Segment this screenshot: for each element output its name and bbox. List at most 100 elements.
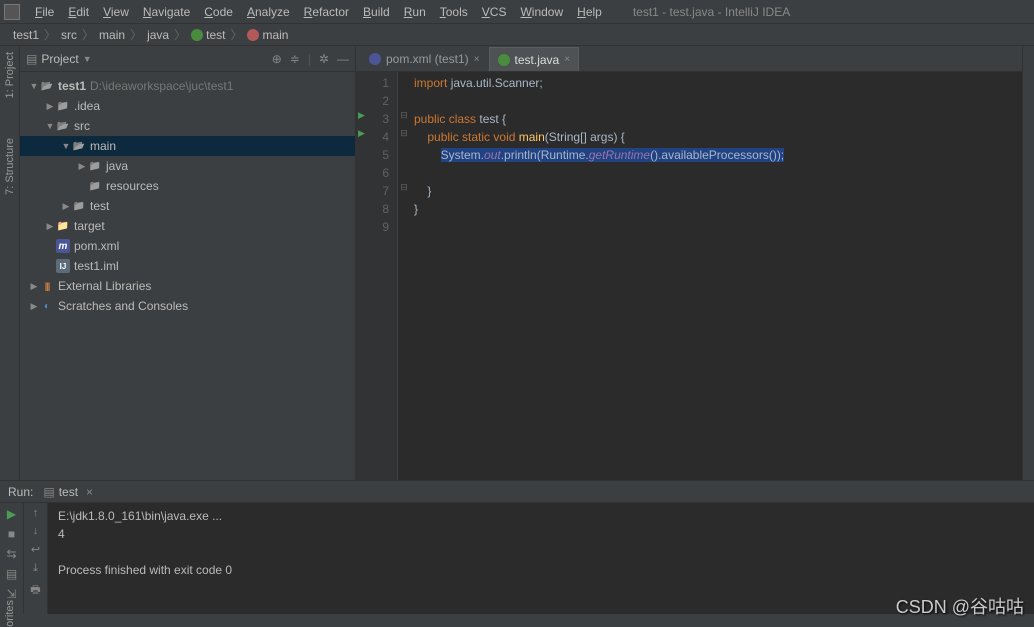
folder-open-icon (72, 139, 86, 153)
folder-orange-icon (56, 219, 70, 233)
tree-node-main[interactable]: ▼main (20, 136, 355, 156)
folder-icon (88, 179, 102, 193)
menu-tools[interactable]: Tools (433, 3, 475, 21)
breadcrumb-main[interactable]: main (94, 28, 130, 42)
code-line[interactable]: public static void main(String[] args) { (414, 128, 1030, 146)
expand-icon[interactable]: ≑ (290, 52, 300, 66)
code-line[interactable] (414, 92, 1030, 110)
window-title: test1 - test.java - IntelliJ IDEA (633, 5, 790, 19)
menu-vcs[interactable]: VCS (475, 3, 514, 21)
tool-tab-structure[interactable]: 7: Structure (4, 138, 16, 195)
expand-arrow[interactable]: ▶ (44, 101, 56, 112)
menu-file[interactable]: File (28, 3, 61, 21)
code-line[interactable] (414, 164, 1030, 182)
menu-analyze[interactable]: Analyze (240, 3, 297, 21)
tree-node-target[interactable]: ▶target (20, 216, 355, 236)
run-console-output[interactable]: E:\jdk1.8.0_161\bin\java.exe ...4Process… (48, 503, 1034, 614)
down-icon[interactable]: ↓ (33, 525, 39, 537)
code-line[interactable]: public class test { (414, 110, 1030, 128)
breadcrumb-src[interactable]: src (56, 28, 82, 42)
code-line[interactable]: } (414, 200, 1030, 218)
project-tree[interactable]: ▼test1D:\ideaworkspace\juc\test1▶.idea▼s… (20, 72, 355, 480)
iml-icon (56, 259, 70, 273)
file-icon (498, 54, 510, 66)
expand-arrow[interactable]: ▶ (28, 281, 40, 292)
fold-column[interactable]: ⊟⊟⊟ (398, 72, 410, 480)
minimize-icon[interactable]: — (337, 52, 349, 66)
breadcrumb-test1[interactable]: test1 (8, 28, 44, 42)
code-line[interactable] (414, 218, 1030, 236)
code-line[interactable]: System.out.println(Runtime.getRuntime().… (414, 146, 1030, 164)
locate-icon[interactable]: ⊕ (272, 52, 282, 66)
run-gutter-icon[interactable]: ▶ (358, 110, 365, 121)
expand-arrow[interactable]: ▶ (60, 201, 72, 212)
close-icon[interactable]: × (564, 54, 570, 65)
class-icon (191, 29, 203, 41)
lib-icon (40, 279, 54, 293)
tree-node-test[interactable]: ▶test (20, 196, 355, 216)
tree-node-pom.xml[interactable]: pom.xml (20, 236, 355, 256)
breadcrumb-test[interactable]: test (186, 28, 230, 42)
menu-navigate[interactable]: Navigate (136, 3, 197, 21)
scroll-icon[interactable]: ⤓ (33, 562, 38, 575)
tool-tab-favorites[interactable]: orites (4, 600, 16, 627)
expand-arrow[interactable]: ▶ (44, 221, 56, 232)
tool-tab-project[interactable]: 1: Project (4, 52, 16, 98)
breadcrumb-bar: test1〉src〉main〉java〉test〉main (0, 24, 1034, 46)
project-panel-title[interactable]: ▤ Project ▼ (26, 52, 92, 66)
code-editor[interactable]: import java.util.Scanner; public class te… (410, 72, 1034, 480)
breadcrumb-java[interactable]: java (142, 28, 174, 42)
menu-edit[interactable]: Edit (61, 3, 96, 21)
gear-icon[interactable]: ✲ (319, 52, 329, 66)
expand-arrow[interactable]: ▼ (44, 121, 56, 131)
project-icon: ▤ (26, 52, 37, 66)
tree-node-test1[interactable]: ▼test1D:\ideaworkspace\juc\test1 (20, 76, 355, 96)
menu-help[interactable]: Help (570, 3, 609, 21)
watermark: CSDN @谷咕咕 (896, 593, 1024, 619)
editor-tabs: pom.xml (test1)×test.java× (356, 46, 1034, 72)
close-icon[interactable]: × (474, 54, 480, 65)
print-icon[interactable]: 🖶 (30, 581, 40, 600)
scratch-icon (40, 299, 54, 313)
chevron-down-icon: ▼ (83, 54, 92, 64)
tree-node-resources[interactable]: resources (20, 176, 355, 196)
menu-view[interactable]: View (96, 3, 136, 21)
project-tool-window: ▤ Project ▼ ⊕ ≑ | ✲ — ▼test1D:\ideaworks… (20, 46, 356, 480)
run-tool-window: Run: ▤ test × ▶ ■ ⇆ ▤ ⇲ ↑ ↓ ↩ ⤓ 🖶 E:\jdk… (0, 480, 1034, 614)
code-line[interactable]: } (414, 182, 1030, 200)
expand-arrow[interactable]: ▶ (76, 161, 88, 172)
editor-area: pom.xml (test1)×test.java× 12▶3▶456789 ⊟… (356, 46, 1034, 480)
run-gutter-icon[interactable]: ▶ (358, 128, 365, 139)
breadcrumb-main[interactable]: main (242, 28, 293, 42)
m-icon (56, 239, 70, 253)
folder-open-icon (56, 119, 70, 133)
menu-code[interactable]: Code (197, 3, 240, 21)
run-toolbar-secondary: ↑ ↓ ↩ ⤓ 🖶 (24, 503, 48, 614)
menu-refactor[interactable]: Refactor (297, 3, 356, 21)
expand-arrow[interactable]: ▼ (60, 141, 72, 151)
folder-icon (56, 99, 70, 113)
app-icon (4, 4, 20, 20)
run-config-tab[interactable]: ▤ test × (43, 485, 93, 499)
editor-tab[interactable]: test.java× (489, 47, 580, 71)
tree-node-External Libraries[interactable]: ▶External Libraries (20, 276, 355, 296)
menu-bar: FileEditViewNavigateCodeAnalyzeRefactorB… (0, 0, 1034, 24)
close-icon[interactable]: × (86, 485, 93, 499)
editor-gutter[interactable]: 12▶3▶456789 (356, 72, 398, 480)
expand-arrow[interactable]: ▶ (28, 301, 40, 312)
folder-open-icon (40, 79, 54, 93)
wrap-icon[interactable]: ↩ (31, 543, 40, 556)
tree-node-src[interactable]: ▼src (20, 116, 355, 136)
editor-tab[interactable]: pom.xml (test1)× (360, 47, 489, 71)
menu-run[interactable]: Run (397, 3, 433, 21)
menu-window[interactable]: Window (513, 3, 570, 21)
up-icon[interactable]: ↑ (33, 507, 39, 519)
tree-node-.idea[interactable]: ▶.idea (20, 96, 355, 116)
tree-node-Scratches and Consoles[interactable]: ▶Scratches and Consoles (20, 296, 355, 316)
folder-icon (88, 159, 102, 173)
tree-node-java[interactable]: ▶java (20, 156, 355, 176)
tree-node-test1.iml[interactable]: test1.iml (20, 256, 355, 276)
menu-build[interactable]: Build (356, 3, 397, 21)
code-line[interactable]: import java.util.Scanner; (414, 74, 1030, 92)
expand-arrow[interactable]: ▼ (28, 81, 40, 91)
